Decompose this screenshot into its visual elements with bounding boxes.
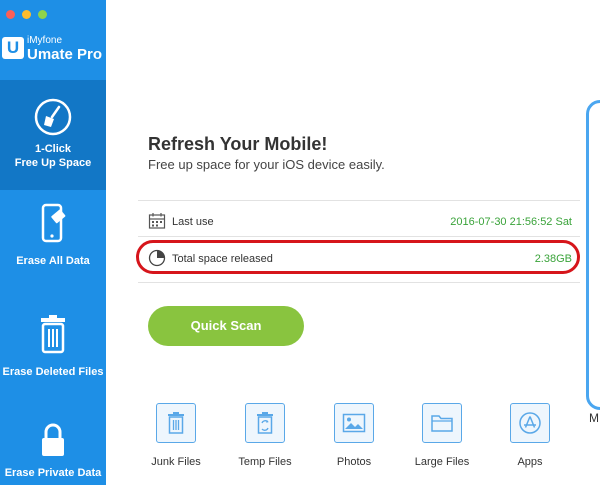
sidebar-item-label: 1-Click [34,143,72,155]
category-label: Junk Files [151,456,201,468]
category-photos[interactable]: Photos [314,403,394,468]
image-icon [334,403,374,443]
pie-icon [148,249,166,267]
app-logo: U [2,37,24,59]
trash-icon [156,403,196,443]
page-title: Refresh Your Mobile! [148,134,328,154]
divider [138,236,580,237]
category-apps[interactable]: Apps [490,403,570,468]
trash-icon [41,315,65,354]
recycle-icon [245,403,285,443]
device-preview [586,100,600,410]
brand-name: Umate Pro [27,46,103,63]
sidebar-item-label: Erase Private Data [4,467,102,479]
category-label: Large Files [414,456,470,468]
sidebar-item-label: Free Up Space [14,157,92,169]
quick-scan-button[interactable]: Quick Scan [148,306,304,346]
minimize-window-button[interactable] [22,10,31,19]
divider [138,200,580,201]
divider [138,282,580,283]
folder-icon [422,403,462,443]
lock-icon [42,423,64,456]
phone-erase-icon [41,203,66,243]
calendar-icon [148,213,166,229]
broom-icon [34,98,72,136]
device-label-fragment: M [589,411,599,425]
last-use-label: Last use [172,216,214,228]
sidebar-item-erase-deleted-files[interactable]: Erase Deleted Files [0,295,106,395]
page-subtitle: Free up space for your iOS device easily… [148,157,385,172]
sidebar: U iMyfone Umate Pro 1-Click Free Up Spac… [0,0,106,485]
category-label: Apps [517,456,543,468]
sidebar-item-erase-private-data[interactable]: Erase Private Data [0,400,106,485]
category-label: Temp Files [238,456,292,468]
close-window-button[interactable] [6,10,15,19]
space-released-value: 2.38GB [534,253,572,265]
last-use-value: 2016-07-30 21:56:52 Sat [450,216,572,228]
category-large-files[interactable]: Large Files [402,403,482,468]
sidebar-item-erase-all-data[interactable]: Erase All Data [0,190,106,290]
brand-small: iMyfone [27,35,63,46]
category-label: Photos [336,456,372,468]
app-store-icon [510,403,550,443]
sidebar-item-label: Erase All Data [16,255,90,267]
category-temp-files[interactable]: Temp Files [225,403,305,468]
space-released-label: Total space released [172,253,273,265]
sidebar-item-free-up-space[interactable]: 1-Click Free Up Space [0,80,106,190]
sidebar-item-label: Erase Deleted Files [2,366,104,378]
maximize-window-button[interactable] [38,10,47,19]
category-junk-files[interactable]: Junk Files [136,403,216,468]
